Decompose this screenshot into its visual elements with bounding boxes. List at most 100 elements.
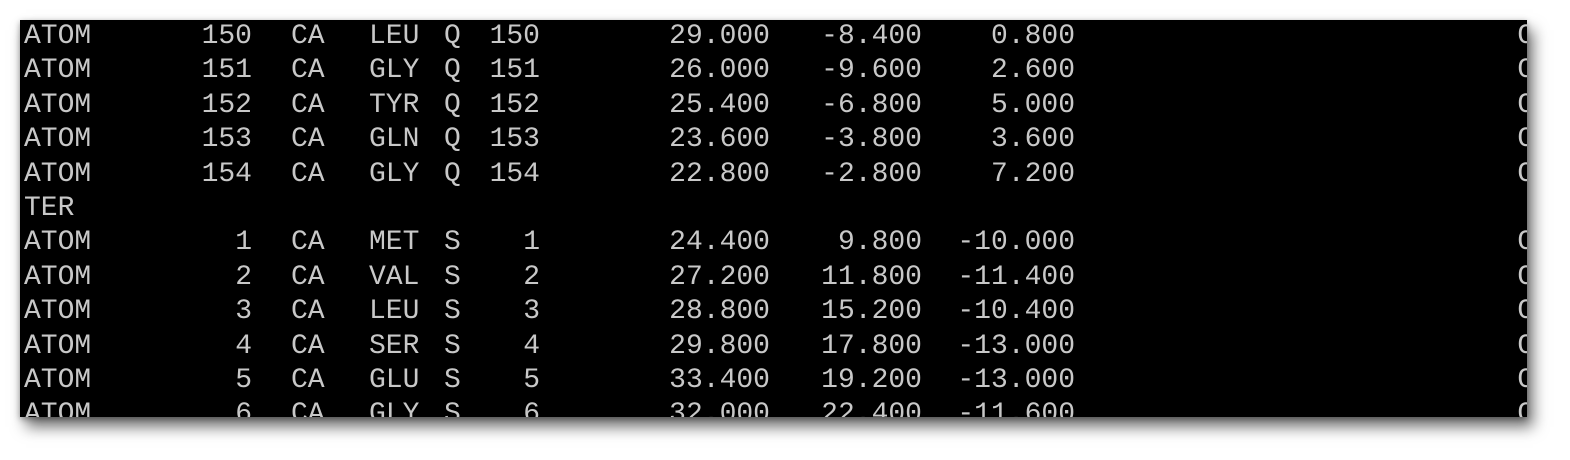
x-coordinate: 32.000 xyxy=(669,399,770,417)
z-coordinate: -13.000 xyxy=(957,330,1075,362)
pdb-record-line: ATOM 150 CA LEU Q 150 29.000 -8.400 0.80… xyxy=(20,20,1527,54)
residue-name: TYR xyxy=(369,89,420,121)
record-type: ATOM xyxy=(24,55,92,87)
record-type: ATOM xyxy=(24,89,92,121)
y-coordinate: -6.800 xyxy=(821,89,922,121)
chain-id: S xyxy=(444,365,461,396)
residue-sequence: 151 xyxy=(489,55,540,87)
y-coordinate: 15.200 xyxy=(821,296,922,328)
y-coordinate: 17.800 xyxy=(821,330,922,362)
x-coordinate: 23.600 xyxy=(669,124,770,156)
y-coordinate: 19.200 xyxy=(821,365,922,396)
residue-sequence: 6 xyxy=(523,399,540,417)
element-symbol: C xyxy=(1517,365,1527,396)
residue-name: GLY xyxy=(369,55,420,87)
element-symbol: C xyxy=(1517,227,1527,259)
record-type: ATOM xyxy=(24,227,92,259)
residue-name: GLY xyxy=(369,158,420,190)
residue-name: LEU xyxy=(369,296,420,328)
record-type: TER xyxy=(24,193,75,224)
z-coordinate: 0.800 xyxy=(990,21,1075,52)
atom-name: CA xyxy=(291,55,325,87)
element-symbol: C xyxy=(1517,89,1527,121)
atom-name: CA xyxy=(291,158,325,190)
atom-name: CA xyxy=(291,261,325,293)
y-coordinate: -9.600 xyxy=(821,55,922,87)
residue-sequence: 152 xyxy=(489,89,540,121)
record-type: ATOM xyxy=(24,158,92,190)
x-coordinate: 27.200 xyxy=(669,261,770,293)
pdb-record-line: ATOM 6 CA GLY S 6 32.000 22.400 -11.600 … xyxy=(20,398,1527,417)
residue-name: GLN xyxy=(369,124,420,156)
element-symbol: C xyxy=(1517,399,1527,417)
chain-id: Q xyxy=(444,21,461,52)
z-coordinate: -11.400 xyxy=(957,261,1075,293)
z-coordinate: -13.000 xyxy=(957,365,1075,396)
x-coordinate: 29.800 xyxy=(669,330,770,362)
x-coordinate: 28.800 xyxy=(669,296,770,328)
x-coordinate: 25.400 xyxy=(669,89,770,121)
z-coordinate: -11.600 xyxy=(957,399,1075,417)
pdb-record-line: ATOM 1 CA MET S 1 24.400 9.800 -10.000 C xyxy=(20,226,1527,260)
z-coordinate: 2.600 xyxy=(990,55,1075,87)
atom-name: CA xyxy=(291,89,325,121)
pdb-record-line: ATOM 154 CA GLY Q 154 22.800 -2.800 7.20… xyxy=(20,158,1527,192)
y-coordinate: -2.800 xyxy=(821,158,922,190)
y-coordinate: 22.400 xyxy=(821,399,922,417)
y-coordinate: -8.400 xyxy=(821,21,922,52)
x-coordinate: 22.800 xyxy=(669,158,770,190)
residue-sequence: 5 xyxy=(523,365,540,396)
x-coordinate: 29.000 xyxy=(669,21,770,52)
residue-name: SER xyxy=(369,330,420,362)
z-coordinate: -10.000 xyxy=(957,227,1075,259)
atom-serial: 151 xyxy=(201,55,252,87)
residue-sequence: 153 xyxy=(489,124,540,156)
residue-name: MET xyxy=(369,227,420,259)
pdb-record-line: ATOM 2 CA VAL S 2 27.200 11.800 -11.400 … xyxy=(20,261,1527,295)
pdb-record-line: ATOM 151 CA GLY Q 151 26.000 -9.600 2.60… xyxy=(20,54,1527,88)
atom-name: CA xyxy=(291,365,325,396)
x-coordinate: 33.400 xyxy=(669,365,770,396)
x-coordinate: 24.400 xyxy=(669,227,770,259)
element-symbol: C xyxy=(1517,21,1527,52)
atom-name: CA xyxy=(291,124,325,156)
element-symbol: C xyxy=(1517,55,1527,87)
record-type: ATOM xyxy=(24,399,92,417)
atom-serial: 2 xyxy=(235,261,252,293)
pdb-record-line: ATOM 5 CA GLU S 5 33.400 19.200 -13.000 … xyxy=(20,364,1527,398)
pdb-record-line: ATOM 4 CA SER S 4 29.800 17.800 -13.000 … xyxy=(20,330,1527,364)
y-coordinate: -3.800 xyxy=(821,124,922,156)
residue-sequence: 154 xyxy=(489,158,540,190)
element-symbol: C xyxy=(1517,124,1527,156)
residue-sequence: 3 xyxy=(523,296,540,328)
pdb-text-output[interactable]: ATOM 150 CA LEU Q 150 29.000 -8.400 0.80… xyxy=(20,20,1527,417)
atom-name: CA xyxy=(291,227,325,259)
chain-id: S xyxy=(444,399,461,417)
atom-name: CA xyxy=(291,296,325,328)
atom-serial: 150 xyxy=(201,21,252,52)
chain-id: S xyxy=(444,261,461,293)
z-coordinate: -10.400 xyxy=(957,296,1075,328)
atom-serial: 153 xyxy=(201,124,252,156)
chain-id: Q xyxy=(444,124,461,156)
chain-id: S xyxy=(444,227,461,259)
atom-serial: 1 xyxy=(235,227,252,259)
record-type: ATOM xyxy=(24,330,92,362)
atom-serial: 152 xyxy=(201,89,252,121)
pdb-record-line: ATOM 152 CA TYR Q 152 25.400 -6.800 5.00… xyxy=(20,89,1527,123)
element-symbol: C xyxy=(1517,296,1527,328)
chain-id: Q xyxy=(444,55,461,87)
pdb-record-line: ATOM 153 CA GLN Q 153 23.600 -3.800 3.60… xyxy=(20,123,1527,157)
chain-id: Q xyxy=(444,158,461,190)
element-symbol: C xyxy=(1517,261,1527,293)
residue-name: GLU xyxy=(369,365,420,396)
atom-serial: 4 xyxy=(235,330,252,362)
atom-name: CA xyxy=(291,21,325,52)
chain-id: Q xyxy=(444,89,461,121)
chain-id: S xyxy=(444,296,461,328)
record-type: ATOM xyxy=(24,124,92,156)
residue-sequence: 2 xyxy=(523,261,540,293)
atom-serial: 3 xyxy=(235,296,252,328)
atom-name: CA xyxy=(291,330,325,362)
y-coordinate: 9.800 xyxy=(837,227,922,259)
